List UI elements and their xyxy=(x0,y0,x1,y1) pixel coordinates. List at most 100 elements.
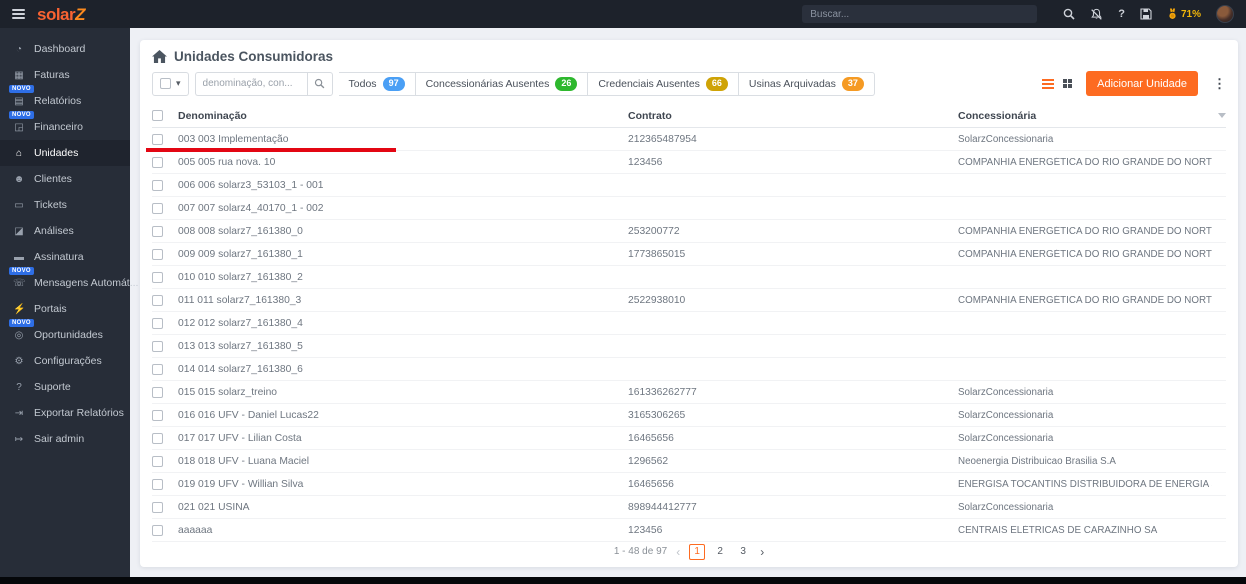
table-row[interactable]: 012 012 solarz7_161380_4 xyxy=(152,312,1226,336)
row-checkbox[interactable] xyxy=(152,524,163,536)
subscription-icon: ▬ xyxy=(14,251,24,263)
row-checkbox[interactable] xyxy=(152,294,163,306)
save-icon[interactable] xyxy=(1140,8,1152,20)
table-row[interactable]: 017 017 UFV - Lilian Costa 16465656 Sola… xyxy=(152,427,1226,451)
cell-denominacao: aaaaaa xyxy=(178,524,213,536)
cell-denominacao: 011 011 solarz7_161380_3 xyxy=(178,294,302,306)
row-checkbox[interactable] xyxy=(152,133,163,145)
table-row[interactable]: 016 016 UFV - Daniel Lucas22 3165306265 … xyxy=(152,404,1226,428)
row-checkbox[interactable] xyxy=(152,317,163,329)
filter-tab-usinas-arquivadas[interactable]: Usinas Arquivadas 37 xyxy=(738,71,875,96)
sidebar-item-financeiro[interactable]: NOVO ◲ Financeiro xyxy=(0,111,130,140)
page-number[interactable]: 1 xyxy=(689,543,706,560)
table-row[interactable]: 013 013 solarz7_161380_5 xyxy=(152,335,1226,359)
table-row[interactable]: 019 019 UFV - Willian Silva 16465656 ENE… xyxy=(152,473,1226,497)
row-checkbox[interactable] xyxy=(152,409,163,421)
home-icon xyxy=(152,50,167,64)
cell-denominacao: 018 018 UFV - Luana Maciel xyxy=(178,455,310,467)
table-search-input[interactable] xyxy=(194,71,307,96)
row-checkbox[interactable] xyxy=(152,248,163,260)
table-row[interactable]: 011 011 solarz7_161380_3 2522938010 COMP… xyxy=(152,289,1226,313)
sidebar-item-oportunidades[interactable]: NOVO ◎ Oportunidades xyxy=(0,319,130,348)
units-table: Denominação Contrato Concessionária 003 … xyxy=(146,104,1226,543)
topbar: solarZ ? 71% xyxy=(0,0,1246,28)
sidebar-item-clientes[interactable]: ☻ Clientes xyxy=(0,166,130,192)
table-row[interactable]: 015 015 solarz_treino 161336262777 Solar… xyxy=(152,381,1226,405)
sidebar-item-dashboard[interactable]: ◔ Dashboard xyxy=(0,36,130,62)
sidebar-item-unidades[interactable]: ⌂ Unidades xyxy=(0,140,130,166)
help-icon[interactable]: ? xyxy=(1118,8,1125,20)
notifications-off-icon[interactable] xyxy=(1090,8,1103,21)
sidebar-item-tickets[interactable]: ▭ Tickets xyxy=(0,192,130,218)
global-search-input[interactable] xyxy=(802,5,1038,23)
table-row[interactable]: 014 014 solarz7_161380_6 xyxy=(152,358,1226,382)
sidebar-item-mensagens[interactable]: NOVO ☏ Mensagens Automát... xyxy=(0,267,138,296)
grid-view-icon[interactable] xyxy=(1063,79,1072,88)
cell-contrato: 898944412777 xyxy=(628,501,697,513)
row-checkbox[interactable] xyxy=(152,363,163,375)
table-row[interactable]: 018 018 UFV - Luana Maciel 1296562 Neoen… xyxy=(152,450,1226,474)
header-checkbox[interactable] xyxy=(152,110,163,122)
app-logo[interactable]: solarZ xyxy=(37,6,86,23)
main-content: Unidades Consumidoras ▾ Todos 97 xyxy=(130,28,1246,577)
column-denominacao[interactable]: Denominação xyxy=(178,110,628,122)
cell-contrato: 1773865015 xyxy=(628,248,686,260)
prev-page-icon[interactable]: ‹ xyxy=(676,545,680,559)
user-avatar[interactable] xyxy=(1216,5,1234,23)
filter-tab-todos[interactable]: Todos 97 xyxy=(338,71,416,96)
column-contrato[interactable]: Contrato xyxy=(628,110,958,122)
table-row[interactable]: 005 005 rua nova. 10 123456 COMPANHIA EN… xyxy=(152,151,1226,175)
table-row[interactable]: 021 021 USINA 898944412777 SolarzConcess… xyxy=(152,496,1226,520)
list-view-icon[interactable] xyxy=(1042,78,1055,89)
table-row[interactable]: 009 009 solarz7_161380_1 1773865015 COMP… xyxy=(152,243,1226,267)
table-search-button[interactable] xyxy=(306,71,333,96)
sidebar-item-configuracoes[interactable]: ⚙ Configurações xyxy=(0,348,130,374)
sidebar-item-sair[interactable]: ↦ Sair admin xyxy=(0,426,130,452)
column-concessionaria[interactable]: Concessionária xyxy=(958,110,1212,122)
row-checkbox[interactable] xyxy=(152,271,163,283)
cell-denominacao: 013 013 solarz7_161380_5 xyxy=(178,340,303,352)
row-checkbox[interactable] xyxy=(152,340,163,352)
row-checkbox[interactable] xyxy=(152,432,163,444)
table-row[interactable]: 003 003 Implementação 212365487954 Solar… xyxy=(146,128,1226,153)
sidebar-item-label: Assinatura xyxy=(34,251,84,263)
cell-denominacao: 016 016 UFV - Daniel Lucas22 xyxy=(178,409,319,421)
count-badge: 37 xyxy=(841,76,864,91)
row-checkbox[interactable] xyxy=(152,179,163,191)
more-options-icon[interactable]: ⋮ xyxy=(1213,77,1226,90)
cell-contrato: 1296562 xyxy=(628,455,669,467)
next-page-icon[interactable]: › xyxy=(760,545,764,559)
table-row[interactable]: 010 010 solarz7_161380_2 xyxy=(152,266,1226,290)
select-all-dropdown[interactable]: ▾ xyxy=(152,71,189,96)
row-checkbox[interactable] xyxy=(152,501,163,513)
filter-tab-credenciais-ausentes[interactable]: Credenciais Ausentes 66 xyxy=(588,71,739,96)
table-row[interactable]: aaaaaa 123456 CENTRAIS ELÉTRICAS DE CARA… xyxy=(152,519,1226,543)
search-icon[interactable] xyxy=(1063,8,1075,20)
sidebar-item-suporte[interactable]: ? Suporte xyxy=(0,374,130,400)
hamburger-menu-icon[interactable] xyxy=(12,9,25,19)
add-unit-button[interactable]: Adicionar Unidade xyxy=(1086,71,1198,97)
row-checkbox[interactable] xyxy=(152,202,163,214)
count-badge: 26 xyxy=(555,76,578,91)
row-checkbox[interactable] xyxy=(152,156,163,168)
gamification-medal-icon[interactable]: 71% xyxy=(1167,8,1201,20)
row-checkbox[interactable] xyxy=(152,386,163,398)
page-numbers: 1 2 3 xyxy=(689,543,751,560)
table-row[interactable]: 006 006 solarz3_53103_1 - 001 xyxy=(152,174,1226,198)
table-row[interactable]: 007 007 solarz4_40170_1 - 002 xyxy=(152,197,1226,221)
row-checkbox[interactable] xyxy=(152,455,163,467)
filter-tab-concessionarias-ausentes[interactable]: Concessionárias Ausentes 26 xyxy=(415,71,589,96)
cell-contrato: 253200772 xyxy=(628,225,680,237)
page-number[interactable]: 3 xyxy=(735,544,751,560)
sidebar-item-analises[interactable]: ◪ Análises xyxy=(0,218,130,244)
cell-denominacao: 006 006 solarz3_53103_1 - 001 xyxy=(178,179,324,191)
page-number[interactable]: 2 xyxy=(712,544,728,560)
row-checkbox[interactable] xyxy=(152,478,163,490)
row-checkbox[interactable] xyxy=(152,225,163,237)
sidebar-item-label: Portais xyxy=(34,303,67,315)
table-row[interactable]: 008 008 solarz7_161380_0 253200772 COMPA… xyxy=(152,220,1226,244)
column-filter-icon[interactable] xyxy=(1218,113,1226,119)
select-all-checkbox[interactable] xyxy=(160,78,171,90)
sidebar-item-exportar[interactable]: ⇥ Exportar Relatórios xyxy=(0,400,130,426)
novo-badge: NOVO xyxy=(9,85,34,93)
